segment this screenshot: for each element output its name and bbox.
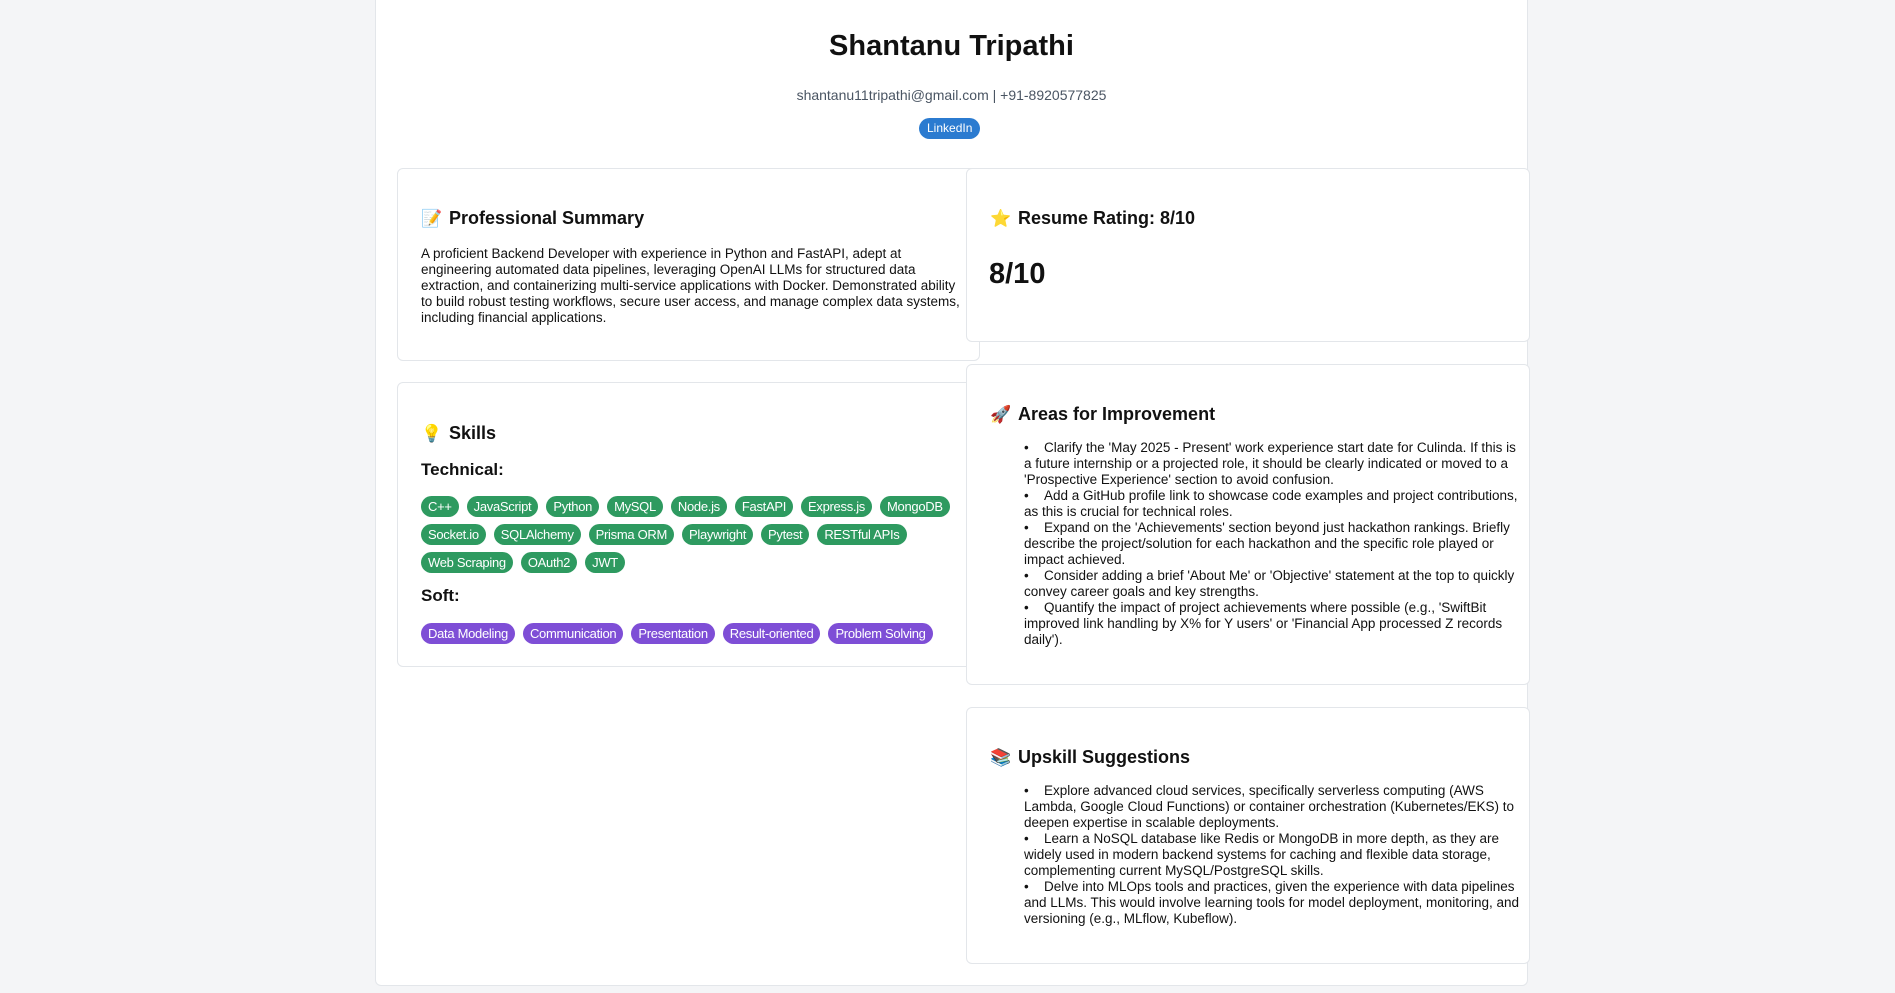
soft-skill-chip: Data Modeling: [421, 623, 515, 644]
linkedin-link[interactable]: LinkedIn: [919, 118, 981, 139]
upskill-item: Learn a NoSQL database like Redis or Mon…: [1004, 831, 1521, 879]
rating-card: ⭐ Resume Rating: 8/10 8/10: [966, 168, 1530, 342]
soft-label: Soft:: [421, 586, 460, 605]
candidate-name: Shantanu Tripathi: [829, 30, 1074, 62]
memo-icon: 📝: [421, 208, 443, 228]
technical-skill-chip: MySQL: [607, 496, 663, 517]
skills-title-label: Skills: [449, 423, 497, 443]
improvement-item: Expand on the 'Achievements' section bey…: [1004, 520, 1521, 568]
summary-text: A proficient Backend Developer with expe…: [421, 246, 960, 325]
skills-card: 💡 Skills Technical: C++ JavaScript Python M…: [397, 382, 980, 667]
summary-card: 📝 Professional Summary A proficient Back…: [397, 168, 980, 361]
resume-page: Shantanu Tripathi shantanu11tripathi@gma…: [375, 0, 1530, 986]
books-icon: 📚: [990, 747, 1012, 767]
rating-title: ⭐ Resume Rating: 8/10: [990, 208, 1195, 229]
technical-skill-chip: OAuth2: [520, 552, 578, 573]
technical-skill-chip: JWT: [585, 552, 625, 573]
improvement-list: Clarify the 'May 2025 - Present' work ex…: [1004, 440, 1521, 648]
improvement-item: Clarify the 'May 2025 - Present' work ex…: [1004, 440, 1521, 488]
technical-skill-chip: Prisma ORM: [588, 524, 675, 545]
upskill-card: 📚 Upskill Suggestions Explore advanced c…: [966, 707, 1530, 964]
improvement-title: 🚀 Areas for Improvement: [990, 404, 1215, 425]
technical-skill-chip: Socket.io: [421, 524, 486, 545]
technical-skill-chip: SQLAlchemy: [493, 524, 581, 545]
technical-skill-chip: FastAPI: [734, 496, 794, 517]
rating-value: 8/10: [989, 258, 1046, 290]
improvement-title-label: Areas for Improvement: [1018, 404, 1216, 424]
technical-skill-chip: RESTful APIs: [817, 524, 907, 545]
summary-title-label: Professional Summary: [449, 208, 645, 228]
technical-label: Technical:: [421, 460, 504, 479]
technical-skill-chip: Python: [546, 496, 600, 517]
upskill-item: Delve into MLOps tools and practices, gi…: [1004, 879, 1521, 927]
technical-skill-chip: Express.js: [801, 496, 872, 517]
upskill-list: Explore advanced cloud services, specifi…: [1004, 783, 1521, 927]
improvement-item: Add a GitHub profile link to showcase co…: [1004, 488, 1521, 520]
improvement-card: 🚀 Areas for Improvement Clarify the 'May…: [966, 364, 1530, 685]
technical-skill-chip: Node.js: [670, 496, 727, 517]
lightbulb-icon: 💡: [421, 423, 443, 443]
technical-skills-list: C++ JavaScript Python MySQL Node.js FastAPI Ex…: [421, 496, 966, 573]
skills-title: 💡 Skills: [421, 423, 496, 444]
technical-skill-chip: Web Scraping: [421, 552, 513, 573]
contact-info: shantanu11tripathi@gmail.com | +91-89205…: [796, 87, 1107, 103]
upskill-title-label: Upskill Suggestions: [1018, 747, 1191, 767]
rocket-icon: 🚀: [990, 404, 1012, 424]
technical-skill-chip: C++: [421, 496, 459, 517]
improvement-item: Consider adding a brief 'About Me' or 'O…: [1004, 568, 1521, 600]
summary-title: 📝 Professional Summary: [421, 208, 644, 229]
technical-skill-chip: Pytest: [761, 524, 810, 545]
upskill-item: Explore advanced cloud services, specifi…: [1004, 783, 1521, 831]
technical-skill-chip: JavaScript: [466, 496, 539, 517]
star-icon: ⭐: [990, 208, 1012, 228]
technical-skill-chip: MongoDB: [880, 496, 950, 517]
improvement-item: Quantify the impact of project achieveme…: [1004, 600, 1521, 648]
soft-skill-chip: Presentation: [631, 623, 715, 644]
soft-skills-list: Data Modeling Communication Presentation Re…: [421, 623, 966, 644]
soft-skill-chip: Communication: [522, 623, 624, 644]
soft-skill-chip: Problem Solving: [828, 623, 933, 644]
rating-title-label: Resume Rating: 8/10: [1018, 208, 1196, 228]
soft-skill-chip: Result-oriented: [722, 623, 821, 644]
upskill-title: 📚 Upskill Suggestions: [990, 747, 1190, 768]
technical-skill-chip: Playwright: [682, 524, 754, 545]
